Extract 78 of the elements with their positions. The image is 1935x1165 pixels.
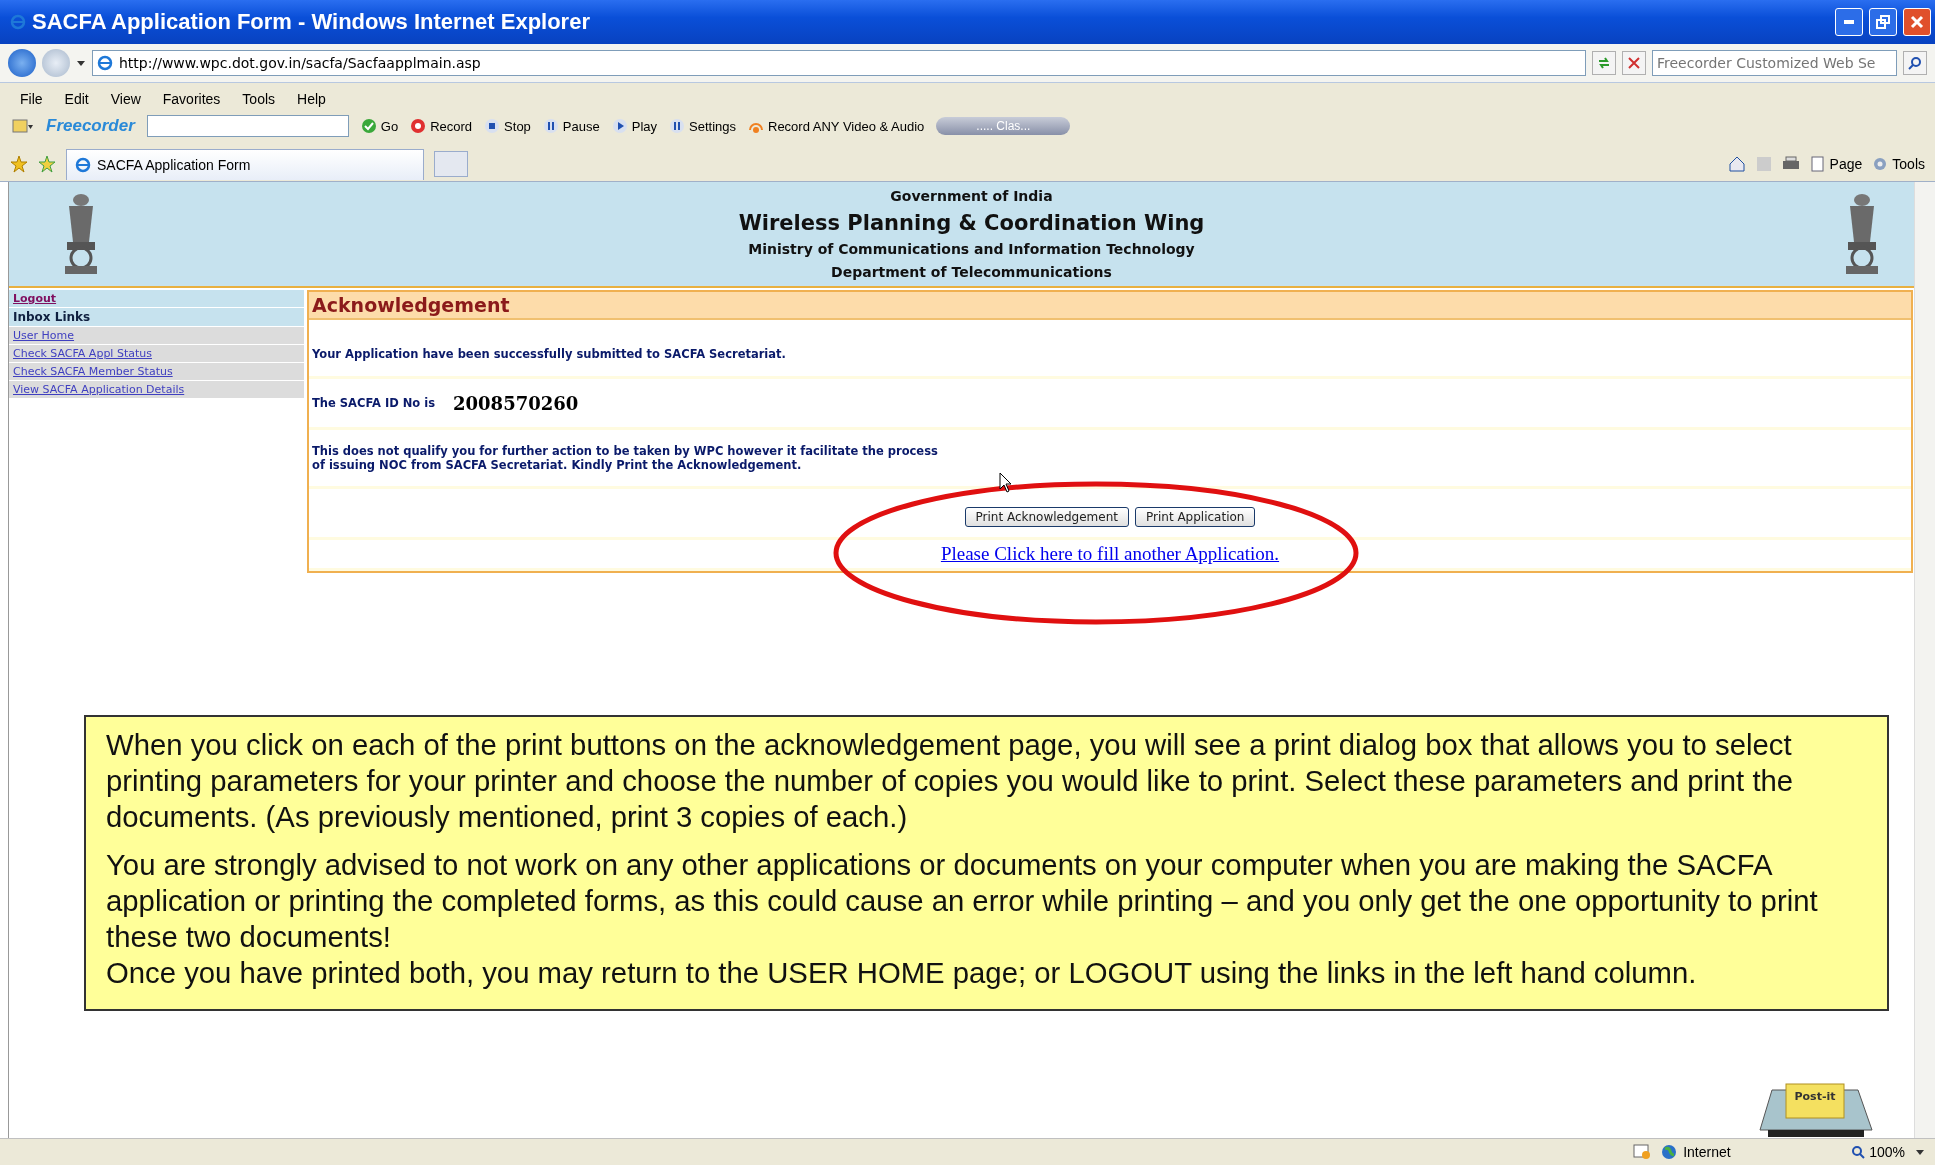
tools-menu[interactable]: Tools (1872, 156, 1925, 172)
toolbar-button[interactable]: Settings (669, 118, 736, 134)
sidebar-link[interactable]: Check SACFA Appl Status (9, 345, 304, 362)
new-application-link[interactable]: Please Click here to fill another Application. (940, 543, 1280, 565)
toolbar-button[interactable]: Go (360, 118, 399, 134)
menu-item[interactable]: Tools (240, 91, 278, 107)
note-paragraph: Once you have printed both, you may return to the USER HOME page; or LOGOUT using the links in the left hand column. (106, 955, 1698, 991)
zoom-level[interactable]: 100% (1851, 1144, 1905, 1160)
header-title: Ministry of Communications and Information Technology (748, 239, 1195, 259)
mouse-cursor-icon (999, 472, 1013, 494)
notice-text: This does not qualify you for further action to be taken by WPC however it facilitate the process of issuing NOC from SACFA Secretariat. Kindly Print the Acknowledgement. (312, 444, 939, 472)
sidebar-link[interactable]: Logout (9, 290, 304, 307)
globe-icon (1661, 1144, 1678, 1160)
restore-button[interactable] (1869, 8, 1897, 36)
toolbar-button[interactable]: Record (410, 118, 473, 134)
header-title: Wireless Planning & Coordination Wing (738, 209, 1205, 237)
popup-blocked-icon (1633, 1144, 1652, 1160)
dropdown-icon[interactable] (1915, 1147, 1925, 1157)
header-title: Government of India (890, 186, 1053, 206)
edit-icon[interactable] (12, 118, 34, 134)
id-number: 2008570260 (453, 392, 579, 414)
refresh-icon (1597, 56, 1611, 70)
stop-icon (484, 118, 501, 134)
header-title: Department of Telecommunications (831, 262, 1112, 282)
id-label: The SACFA ID No is (312, 396, 436, 410)
security-zone: Internet (1661, 1144, 1842, 1160)
star-icon[interactable] (10, 155, 28, 173)
search-field[interactable]: Freecorder Customized Web Se (1652, 50, 1897, 76)
success-message: Your Application have been successfully submitted to SACFA Secretariat. (312, 347, 786, 361)
sidebar-link[interactable]: Check SACFA Member Status (9, 363, 304, 380)
page-icon (97, 55, 113, 71)
back-button[interactable] (8, 49, 36, 77)
browser-tab[interactable]: SACFA Application Form (66, 148, 424, 180)
add-favorite-icon[interactable] (38, 155, 56, 173)
menu-item[interactable]: View (108, 91, 143, 107)
gear-icon (1872, 156, 1889, 172)
window-title: SACFA Application Form - Windows Internet Explorer (32, 9, 591, 35)
home-icon[interactable] (1727, 155, 1746, 173)
menu-item[interactable]: File (18, 91, 45, 107)
menu-item[interactable]: Favorites (160, 91, 223, 107)
menu-item[interactable]: Edit (62, 91, 91, 107)
print-button[interactable]: Print Acknowledgement (964, 507, 1129, 527)
minimize-icon (1844, 20, 1854, 24)
go-icon (360, 118, 377, 134)
note-paragraph: When you click on each of the print buttons on the acknowledgement page, you will see a print dialog box that allows you to select printing parameters for your printer and choose the number of copies you would like to print. Select these parameters and print the documents. (As previously mentioned, print 3 copies of each.) (106, 727, 1795, 835)
close-icon (1910, 15, 1924, 29)
restore-icon (1876, 15, 1890, 29)
toolbar-button[interactable]: Play (611, 118, 657, 134)
record-icon (410, 118, 427, 134)
sidebar-heading: Inbox Links (9, 308, 304, 326)
page-menu[interactable]: Page (1809, 156, 1863, 172)
play-icon (611, 118, 628, 134)
minimize-button[interactable] (1835, 8, 1863, 36)
toolbar-button[interactable]: Pause (542, 118, 600, 134)
search-button[interactable] (1903, 51, 1927, 75)
ie-icon (10, 14, 26, 30)
sidebar-link[interactable]: User Home (9, 327, 304, 344)
zoom-icon (1851, 1145, 1866, 1159)
refresh-button[interactable] (1592, 51, 1616, 75)
address-field[interactable]: http://www.wpc.dot.gov.in/sacfa/Sacfaapplmain.asp (92, 50, 1586, 76)
sidebar-link[interactable]: View SACFA Application Details (9, 381, 304, 398)
print-button[interactable]: Print Application (1135, 507, 1256, 527)
page-icon (1809, 156, 1826, 172)
note-paragraph: You are strongly advised to not work on any other applications or documents on your computer when you are making the SACFA application or printing the completed forms, as this could cause an error while printing – and you only get the one opportunity to print these two documents! (106, 847, 1819, 955)
toolbar-button[interactable]: Stop (484, 118, 531, 134)
dropdown-icon[interactable] (76, 58, 86, 68)
pause-icon (542, 118, 559, 134)
toolbar-search-field[interactable] (146, 115, 349, 137)
close-button[interactable] (1903, 8, 1931, 36)
search-icon (1908, 56, 1922, 70)
page-icon (75, 156, 91, 173)
stop-button[interactable] (1622, 51, 1646, 75)
panel-title: Acknowledgement (309, 292, 1911, 320)
menu-item[interactable]: Help (295, 91, 328, 107)
printer-icon[interactable] (1781, 156, 1800, 172)
scrollbar[interactable] (1914, 182, 1935, 1138)
toolbar-button[interactable]: Record ANY Video & Audio (748, 118, 925, 134)
stop-icon (1627, 56, 1641, 70)
